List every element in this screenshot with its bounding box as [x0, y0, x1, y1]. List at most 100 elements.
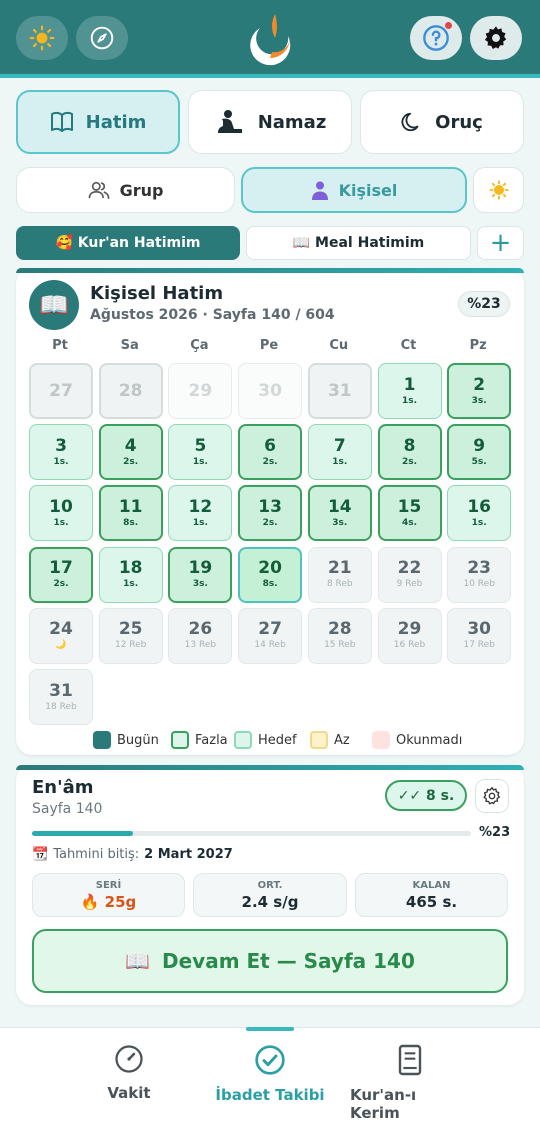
day-number: 30	[467, 619, 492, 640]
day-detail: 17 Reb	[463, 640, 495, 651]
nav-vakit[interactable]: Vakit	[84, 1044, 174, 1102]
card-accent-bar	[16, 268, 524, 273]
hatim-avatar: 📖	[29, 280, 79, 330]
notification-dot	[445, 22, 452, 29]
calendar-day[interactable]: 3 1s.	[29, 424, 93, 481]
settings-button[interactable]	[470, 16, 522, 60]
help-button[interactable]	[410, 16, 462, 60]
calendar-day[interactable]: 27	[29, 363, 93, 419]
day-number: 31	[49, 680, 73, 701]
tab-meal-hatimim[interactable]: 📖 Meal Hatimim	[246, 226, 471, 260]
add-hatim-button[interactable]: +	[477, 226, 524, 260]
tab-grup[interactable]: Grup	[16, 167, 235, 213]
tab-namaz[interactable]: Namaz	[188, 90, 352, 154]
calendar-day[interactable]: 9 5s.	[447, 424, 512, 481]
legend-swatch	[171, 731, 189, 749]
group-icon	[88, 181, 109, 199]
calendar-day[interactable]: 13 2s.	[238, 485, 303, 542]
calendar-day[interactable]: 17 2s.	[29, 546, 93, 603]
calendar-day[interactable]: 5 1s.	[168, 424, 233, 481]
calendar-day[interactable]: 10 1s.	[29, 485, 93, 542]
day-detail: 3s.	[332, 517, 348, 528]
stat-average: ORT. 2.4 s/g	[193, 873, 347, 917]
calendar-day[interactable]: 28 15 Reb	[307, 607, 372, 664]
tab-hatim-label: Hatim	[85, 111, 147, 133]
theme-toggle-button[interactable]	[16, 16, 68, 60]
progress-percent: %23	[479, 825, 511, 840]
calendar-day[interactable]: 14 3s.	[307, 485, 372, 542]
day-number: 24	[49, 619, 73, 640]
stat-remaining-label: KALAN	[412, 880, 451, 891]
calendar-day[interactable]: 30	[238, 363, 303, 419]
tab-kisisel[interactable]: Kişisel	[241, 167, 467, 213]
calendar-day[interactable]: 24 🌙	[29, 607, 93, 664]
weekday-header: Pz	[469, 338, 487, 353]
calendar-day[interactable]: 31	[307, 363, 372, 419]
day-number: 28	[327, 619, 352, 640]
calendar-day[interactable]: 28	[98, 363, 163, 419]
calendar-day[interactable]: 29	[168, 363, 233, 419]
calendar-day[interactable]: 29 16 Reb	[377, 607, 442, 664]
day-detail: 1s.	[123, 579, 139, 590]
compass-icon	[90, 26, 114, 50]
calendar-day[interactable]: 25 12 Reb	[98, 607, 163, 664]
day-number: 29	[397, 619, 422, 640]
day-number: 28	[118, 380, 143, 401]
sun-icon	[29, 25, 55, 51]
tab-hatim[interactable]: Hatim	[16, 90, 180, 154]
calendar-day[interactable]: 22 9 Reb	[377, 546, 442, 603]
quran-book-icon	[398, 1044, 422, 1076]
calendar-day[interactable]: 31 18 Reb	[29, 669, 93, 725]
clock-icon	[115, 1045, 143, 1073]
tab-kuran-hatimim[interactable]: 🥰 Kur'an Hatimim	[16, 226, 240, 260]
eta-value: 2 Mart 2027	[144, 847, 233, 862]
qibla-compass-button[interactable]	[76, 16, 128, 60]
day-detail: 2s.	[401, 456, 418, 467]
day-detail: 3s.	[471, 395, 487, 406]
calendar-day[interactable]: 15 4s.	[377, 485, 442, 542]
calendar-day[interactable]: 23 10 Reb	[447, 546, 512, 603]
progress-settings-button[interactable]	[475, 779, 509, 813]
tab-oruc[interactable]: Oruç	[360, 90, 524, 154]
nav-kuran-label: Kur'an-ı Kerim	[350, 1086, 417, 1122]
calendar-day[interactable]: 11 8s.	[98, 485, 163, 542]
day-detail: 8s.	[262, 579, 278, 590]
legend-item: Hedef	[234, 731, 297, 749]
nav-ibadet-label: İbadet Takibi	[215, 1086, 325, 1104]
day-detail: 14 Reb	[254, 640, 286, 651]
calendar-day[interactable]: 26 13 Reb	[168, 607, 233, 664]
day-detail: 1s.	[401, 395, 418, 406]
calendar-day[interactable]: 12 1s.	[168, 485, 233, 542]
day-detail: 1s.	[53, 517, 69, 528]
legend-label: Bugün	[117, 732, 159, 748]
calendar-day[interactable]: 1 1s.	[377, 363, 442, 419]
calendar-day[interactable]: 19 3s.	[168, 546, 233, 603]
theme-mini-button[interactable]	[473, 167, 524, 213]
day-detail: 5s.	[471, 456, 487, 467]
day-number: 19	[188, 558, 213, 579]
eta-row: 📆 Tahmini bitiş: 2 Mart 2027	[32, 847, 233, 862]
calendar-day[interactable]: 16 1s.	[447, 485, 512, 542]
calendar-day[interactable]: 4 2s.	[98, 424, 163, 481]
calendar-day[interactable]: 30 17 Reb	[447, 607, 512, 664]
day-detail: 9 Reb	[396, 579, 423, 590]
day-number: 25	[118, 619, 143, 640]
nav-kuran-i-kerim[interactable]: Kur'an-ı Kerim	[350, 1044, 470, 1122]
nav-ibadet-takibi[interactable]: İbadet Takibi	[210, 1044, 330, 1104]
calendar-day[interactable]: 8 2s.	[377, 424, 442, 481]
calendar-day[interactable]: 27 14 Reb	[238, 607, 303, 664]
sun-icon	[488, 180, 509, 200]
day-detail: 10 Reb	[463, 579, 495, 590]
day-number: 14	[327, 496, 352, 517]
weekday-header: Ça	[190, 338, 209, 353]
day-detail: 4s.	[401, 517, 418, 528]
calendar-day[interactable]: 18 1s.	[98, 546, 163, 603]
day-number: 7	[333, 435, 346, 456]
calendar-day[interactable]: 20 8s.	[238, 546, 303, 603]
continue-reading-button[interactable]: 📖 Devam Et — Sayfa 140	[32, 929, 508, 993]
calendar-day[interactable]: 21 8 Reb	[307, 546, 372, 603]
day-detail: 2s.	[53, 579, 69, 590]
calendar-day[interactable]: 7 1s.	[307, 424, 372, 481]
calendar-day[interactable]: 6 2s.	[238, 424, 303, 481]
calendar-day[interactable]: 2 3s.	[447, 363, 512, 419]
